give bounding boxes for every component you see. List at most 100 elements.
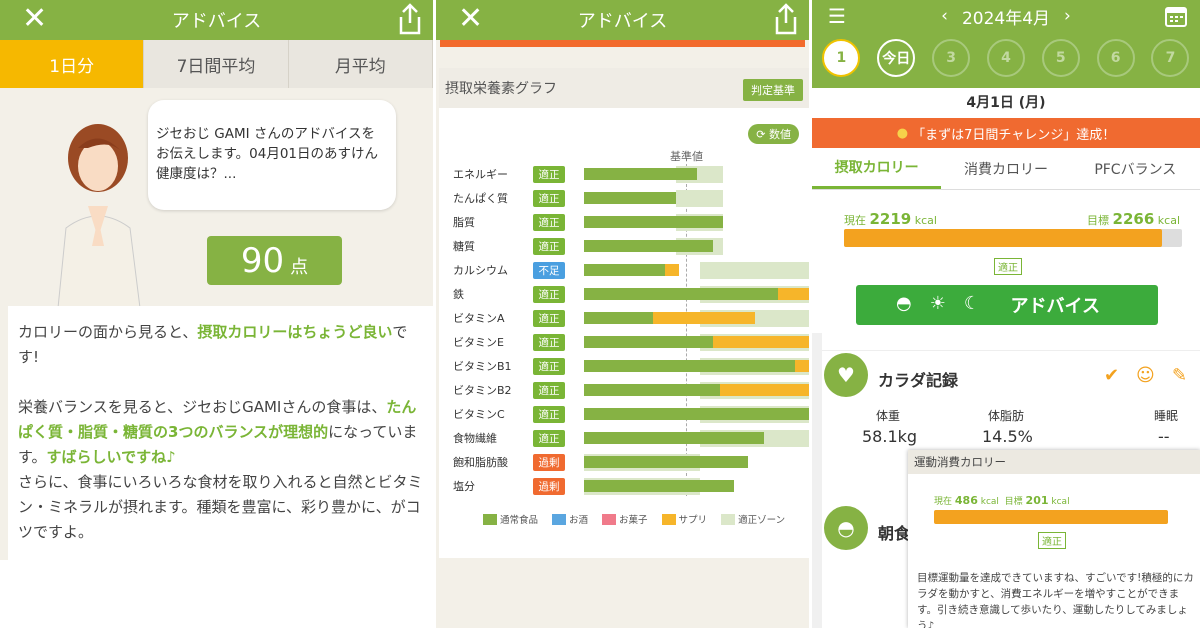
check-icon[interactable]: ✔ [1104,365,1119,386]
food-bar [584,168,698,180]
nutrient-status-badge: 不足 [533,261,565,279]
nutrient-label: ビタミンE [453,336,504,349]
advice-button[interactable]: ◓ ☀ ☾ アドバイス [856,285,1158,325]
nutrient-row: ビタミンB2 適正 [453,378,809,402]
tab-pfc[interactable]: PFCバランス [1071,148,1200,189]
popup-now-value: 486 [954,494,978,507]
sleep-label: 睡眠 [1154,409,1179,423]
day-today[interactable]: 今日 [877,39,916,77]
nutrient-track [584,382,809,399]
food-strip [440,40,805,47]
food-bar [584,240,714,252]
tab-burn[interactable]: 消費カロリー [941,148,1070,189]
calorie-bar-fill [844,229,1162,247]
nutrient-label: カルシウム [453,264,508,277]
graph-title: 摂取栄養素グラフ [445,81,557,97]
nutrient-row: ビタミンE 適正 [453,330,809,354]
nutrient-label: ビタミンB1 [453,360,512,373]
advice-g: すばらしいですね♪ [46,448,176,466]
nutrient-row: 鉄 適正 [453,282,809,306]
fat-value: 14.5% [982,427,1033,446]
tab-month[interactable]: 月平均 [288,40,433,88]
nutrient-track [584,238,809,255]
prev-month-icon[interactable]: ‹ [941,6,948,26]
moon-icon: ☾ [963,293,980,314]
food-bar [584,288,779,300]
legend-sweets: お菓子 [602,512,648,526]
nutrient-label: 脂質 [453,216,475,229]
food-bar [584,312,654,324]
food-bar [584,216,723,228]
day-4[interactable]: 4 [986,39,1025,77]
value-toggle-button[interactable]: ⟳ 数値 [748,124,799,144]
speech-bubble: ジセおじ GAMI さんのアドバイスをお伝えします。04月01日のあすけん健康度… [148,100,396,210]
weight-value: 58.1kg [862,427,918,446]
criteria-button[interactable]: 判定基準 [743,79,803,101]
day-3[interactable]: 3 [932,39,971,77]
nutrient-label: たんぱく質 [453,192,508,205]
header-title: アドバイス [577,11,668,32]
nutrient-graph-panel: ✕ アドバイス 摂取栄養素グラフ 判定基準 ⟳ 数値 基準値 エネルギー 適正 たん… [436,0,809,628]
nutrient-label: エネルギー [453,168,508,181]
nutrient-track [584,310,809,327]
tab-day[interactable]: 1日分 [0,40,145,88]
challenge-text: 「まずは7日間チャレンジ」達成！ [912,127,1116,143]
nutrient-row: ビタミンC 適正 [453,402,809,426]
tab-intake[interactable]: 摂取カロリー [812,148,942,189]
nutrient-row: 糖質 適正 [453,234,809,258]
supplement-bar [653,312,755,324]
menu-icon[interactable]: ☰ [828,4,846,28]
share-icon[interactable] [773,3,799,35]
food-bar [584,360,796,372]
advice-text: カロリーの面から見ると、摂取カロリーはちょうど良いです! 栄養バランスを見ると、… [8,306,433,560]
nutrient-row: ビタミンB1 適正 [453,354,809,378]
now-label: 現在 [844,214,866,227]
advisor-avatar [57,124,141,308]
food-bar [584,480,735,492]
day-7[interactable]: 7 [1151,39,1190,77]
header-bar: ✕ アドバイス [436,0,809,40]
weight-label: 体重 [876,409,901,423]
close-icon[interactable]: ✕ [22,2,47,36]
advice-a: カロリーの面から見ると、 [18,323,198,341]
nutrient-row: たんぱく質 適正 [453,186,809,210]
nutrient-row: 脂質 適正 [453,210,809,234]
nutrient-track [584,286,809,303]
top-green: ☰ ‹ 2024年4月 › 1 今日 3 4 5 6 7 [812,0,1200,88]
nutrient-status-badge: 適正 [533,309,565,327]
tab-7day[interactable]: 7日間平均 [144,40,289,88]
chart-legend: 通常食品 お酒 お菓子 サプリ 適正ゾーン [483,512,785,526]
challenge-banner[interactable]: ● 「まずは7日間チャレンジ」達成！ [812,118,1200,148]
day-selector: 1 今日 3 4 5 6 7 [812,32,1200,84]
nutrient-track [584,358,809,375]
body-title: カラダ記録 [878,371,959,390]
nutrient-label: 糖質 [453,240,475,253]
smile-icon[interactable]: ☺ [1136,365,1155,386]
nutrient-status-badge: 適正 [533,165,565,183]
nutrient-row: 飽和脂肪酸 過剰 [453,450,809,474]
next-month-icon[interactable]: › [1064,6,1071,26]
close-icon[interactable]: ✕ [458,2,483,36]
edit-icon[interactable]: ✎ [1172,365,1187,386]
popup-goal-label: 目標 [1004,497,1023,507]
nutrient-track [584,406,809,423]
left-gutter [812,333,822,628]
share-icon[interactable] [397,3,423,35]
popup-status: 適正 [1038,532,1066,549]
supplement-bar [720,384,809,396]
day-6[interactable]: 6 [1096,39,1135,77]
target-zone [676,190,723,207]
nutrient-row: エネルギー 適正 [453,162,809,186]
sleep-value: -- [1158,427,1170,446]
supplement-bar [713,336,809,348]
day-1[interactable]: 1 [822,39,861,77]
nutrient-status-badge: 適正 [533,213,565,231]
day-5[interactable]: 5 [1041,39,1080,77]
calorie-summary: 現在 2219 kcal 目標 2266 kcal [844,210,1180,228]
breakfast-label: 朝食 [878,524,911,543]
food-bar [584,384,721,396]
calendar-icon[interactable] [1164,4,1188,28]
nutrient-status-badge: 適正 [533,237,565,255]
popup-values: 現在 486 kcal 目標 201 kcal [934,494,1070,507]
home-panel: ☰ ‹ 2024年4月 › 1 今日 3 4 5 6 7 4月1日 (月) ● 「… [812,0,1200,628]
